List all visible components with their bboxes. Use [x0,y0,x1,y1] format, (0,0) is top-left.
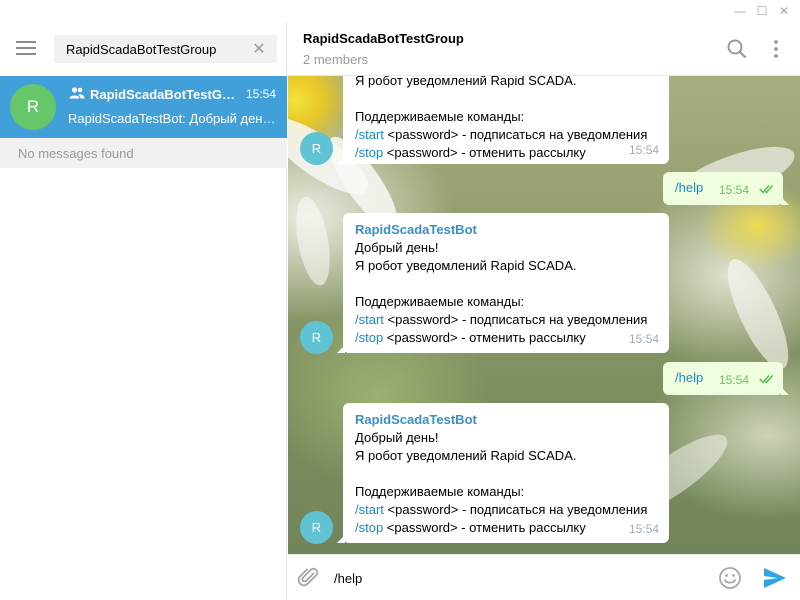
more-icon[interactable] [768,38,784,60]
command-link[interactable]: /help [675,180,703,195]
message-text-line: Добрый день! [355,240,439,255]
close-window-button[interactable]: ✕ [775,2,793,20]
message-text: <password> - подписаться на уведомления [383,127,648,142]
chat-header-members[interactable]: 2 members [303,52,368,67]
sidebar: ✕ R RapidScadaBotTestGroup 15:54 RapidSc… [0,22,287,600]
message-text: <password> - подписаться на уведомления [383,312,648,327]
avatar: R [10,84,56,130]
message-time: 15:54 [719,183,750,197]
message-text-line: Добрый день! [355,430,439,445]
avatar[interactable]: R [300,321,333,354]
command-link[interactable]: /start [355,127,384,142]
window-titlebar: — ☐ ✕ [0,0,800,22]
message-composer [288,554,800,600]
maximize-icon: ☐ [756,4,768,18]
double-check-icon [759,184,774,194]
message-time: 15:54 [628,143,659,157]
chat-preview: RapidScadaTestBot: Добрый день! Я робот … [68,111,276,126]
double-check-icon [759,374,774,384]
search-input[interactable] [66,35,246,63]
minimize-icon: — [734,4,746,18]
group-icon [69,87,85,99]
message-text: <password> - отменить рассылку [383,330,586,345]
outgoing-message[interactable]: /help 15:54 [663,362,789,395]
chat-time: 15:54 [245,87,276,101]
message-text-line: Я робот уведомлений Rapid SCADA. [355,448,577,463]
command-link[interactable]: /stop [355,520,383,535]
message-text-line: Поддерживаемые команды: [355,109,525,124]
incoming-message[interactable]: Я робот уведомлений Rapid SCADA. Поддерж… [337,76,669,164]
message-sender[interactable]: RapidScadaTestBot [355,221,657,239]
message-text-line: Поддерживаемые команды: [355,294,525,309]
incoming-message[interactable]: RapidScadaTestBot Добрый день! Я робот у… [337,403,669,543]
bubble-tail [337,156,345,164]
chat-title: RapidScadaBotTestGroup [90,87,240,102]
no-messages-label: No messages found [0,138,287,168]
incoming-message[interactable]: RapidScadaTestBot Добрый день! Я робот у… [337,213,669,353]
bubble-tail [781,197,789,205]
message-input[interactable] [334,567,694,589]
message-text: <password> - отменить рассылку [383,145,586,160]
background-petal [290,194,336,288]
paperclip-icon[interactable] [298,567,320,589]
smile-icon[interactable] [718,566,742,590]
message-text-line: Я робот уведомлений Rapid SCADA. [355,76,577,88]
search-icon[interactable] [726,38,748,60]
background-petal [716,252,800,376]
maximize-button[interactable]: ☐ [753,2,771,20]
bubble-tail [337,345,345,353]
message-list[interactable]: Я робот уведомлений Rapid SCADA. Поддерж… [288,76,800,554]
bubble-tail [337,535,345,543]
message-text-line: Я робот уведомлений Rapid SCADA. [355,258,577,273]
sidebar-search-row: ✕ [0,22,287,76]
message-sender[interactable]: RapidScadaTestBot [355,411,657,429]
message-time: 15:54 [719,373,750,387]
chat-header-title[interactable]: RapidScadaBotTestGroup [303,31,464,46]
command-link[interactable]: /stop [355,145,383,160]
search-box: ✕ [54,35,277,63]
chat-list-item[interactable]: R RapidScadaBotTestGroup 15:54 RapidScad… [0,76,287,138]
menu-icon[interactable] [16,41,36,55]
minimize-button[interactable]: — [731,2,749,20]
command-link[interactable]: /start [355,502,384,517]
message-text: <password> - подписаться на уведомления [383,502,648,517]
avatar[interactable]: R [300,511,333,544]
command-link[interactable]: /help [675,370,703,385]
message-text: <password> - отменить рассылку [383,520,586,535]
bubble-tail [781,387,789,395]
message-text-line: Поддерживаемые команды: [355,484,525,499]
avatar[interactable]: R [300,132,333,165]
close-icon: ✕ [778,4,790,18]
clear-search-icon[interactable]: ✕ [249,39,269,59]
chat-header: RapidScadaBotTestGroup 2 members [288,22,800,76]
command-link[interactable]: /stop [355,330,383,345]
message-time: 15:54 [628,332,659,346]
send-icon[interactable] [762,566,788,590]
message-time: 15:54 [628,522,659,536]
command-link[interactable]: /start [355,312,384,327]
outgoing-message[interactable]: /help 15:54 [663,172,789,205]
